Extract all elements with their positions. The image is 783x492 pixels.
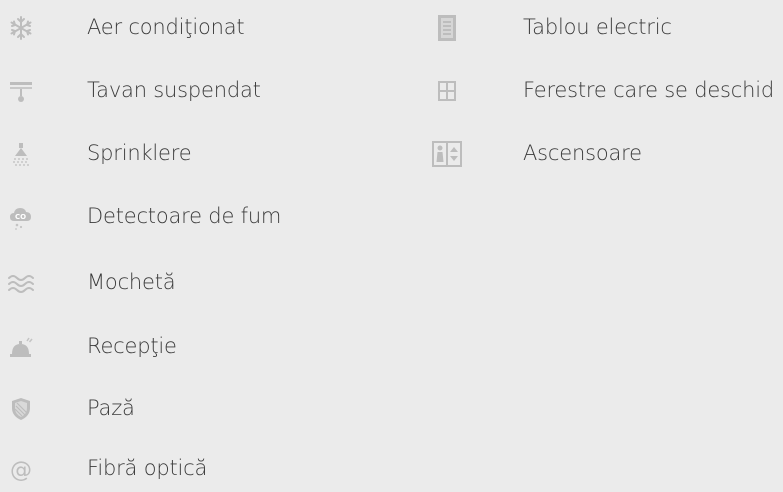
ceiling-lamp-icon (6, 76, 36, 106)
elevator-icon (432, 139, 462, 169)
electrical-panel-icon (432, 13, 462, 43)
svg-text:@: @ (10, 458, 32, 482)
amenities-list: Aer condiţionat Tavan suspendat Sprinkle… (0, 0, 783, 492)
reception-bell-icon (6, 332, 36, 362)
snowflake-icon (6, 13, 36, 43)
amenity-label: Pază (87, 396, 135, 420)
at-sign-icon: @ (6, 454, 36, 484)
smoke-detector-icon: CO (6, 202, 36, 232)
amenity-label: Sprinklere (87, 141, 192, 165)
amenity-label: Detectoare de fum (87, 204, 282, 228)
amenity-label: Tablou electric (523, 15, 672, 39)
security-shield-icon (6, 394, 36, 424)
amenity-label: Aer condiţionat (87, 15, 245, 39)
amenity-label: Recepţie (87, 334, 177, 358)
amenity-label: Ascensoare (523, 141, 642, 165)
amenity-label: Fibră optică (87, 456, 208, 480)
svg-text:CO: CO (15, 213, 26, 221)
amenity-label: Tavan suspendat (87, 78, 261, 102)
window-icon (432, 76, 462, 106)
amenity-label: Mochetă (87, 270, 176, 294)
sprinkler-icon (6, 139, 36, 169)
amenity-label: Ferestre care se deschid (523, 78, 775, 102)
carpet-waves-icon (6, 268, 36, 298)
